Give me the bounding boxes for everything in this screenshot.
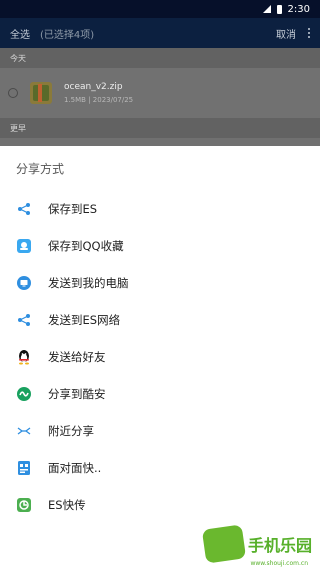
share-nodes-icon — [16, 201, 32, 217]
battery-icon — [276, 4, 282, 14]
share-sheet-title: 分享方式 — [16, 161, 65, 176]
share-item-label: 附近分享 — [48, 423, 94, 438]
status-bar: 2:30 — [0, 0, 320, 18]
share-item-label: 保存到QQ收藏 — [48, 238, 124, 253]
share-item-es-transfer[interactable]: ES快传 — [0, 486, 320, 523]
share-item-label: ES快传 — [48, 497, 86, 512]
share-nodes-icon — [16, 312, 32, 328]
file-meta: 1.5MB | 2023/07/25 — [64, 96, 134, 104]
share-item-save-to-qq-favorites[interactable]: 保存到QQ收藏 — [0, 227, 320, 264]
file-name: ocean_v2.zip — [64, 82, 123, 92]
signal-icon — [262, 5, 271, 13]
coolapk-icon — [16, 386, 32, 402]
share-item-send-to-friend[interactable]: 发送给好友 — [0, 338, 320, 375]
qq-penguin-icon — [16, 349, 32, 365]
share-sheet: 分享方式 保存到ES 保存到QQ收藏 发送到我的电脑 发送到ES网络 发送给好友 — [0, 146, 320, 569]
watermark-logo: 手机乐园 — [201, 524, 312, 564]
share-item-send-to-es-network[interactable]: 发送到ES网络 — [0, 301, 320, 338]
face-to-face-icon — [16, 460, 32, 476]
watermark-text: 手机乐园 — [247, 536, 312, 555]
section-header-today: 今天 — [0, 48, 320, 68]
share-item-label: 面对面快.. — [48, 460, 102, 475]
qq-favorites-icon — [16, 238, 32, 254]
share-item-label: 发送到ES网络 — [48, 312, 121, 327]
file-row[interactable]: ocean_v2.zip 1.5MB | 2023/07/25 — [0, 68, 320, 118]
watermark-url: www.shouji.com.cn — [250, 560, 308, 567]
file-list: 今天 ocean_v2.zip 1.5MB | 2023/07/25 更早 — [0, 48, 320, 146]
watermark-badge-icon — [201, 524, 247, 564]
share-item-face-to-face[interactable]: 面对面快.. — [0, 449, 320, 486]
status-time: 2:30 — [287, 3, 310, 15]
section-header-earlier: 更早 — [0, 118, 320, 138]
select-all-button[interactable]: 全选 — [10, 26, 30, 41]
share-item-send-to-my-computer[interactable]: 发送到我的电脑 — [0, 264, 320, 301]
cancel-button[interactable]: 取消 — [276, 26, 296, 41]
select-radio[interactable] — [8, 88, 18, 98]
selection-action-bar: 全选 (已选择4项) 取消 — [0, 18, 320, 48]
zip-file-icon — [30, 82, 52, 104]
share-item-label: 保存到ES — [48, 201, 98, 216]
more-options-icon[interactable] — [308, 28, 310, 38]
share-item-label: 分享到酷安 — [48, 386, 106, 401]
es-transfer-icon — [16, 497, 32, 513]
share-item-label: 发送到我的电脑 — [48, 275, 129, 290]
share-item-save-to-es[interactable]: 保存到ES — [0, 190, 320, 227]
share-item-share-to-coolapk[interactable]: 分享到酷安 — [0, 375, 320, 412]
nearby-icon — [16, 423, 32, 439]
monitor-icon — [16, 275, 32, 291]
share-item-label: 发送给好友 — [48, 349, 106, 364]
share-item-nearby-share[interactable]: 附近分享 — [0, 412, 320, 449]
selected-count: (已选择4项) — [40, 29, 95, 41]
